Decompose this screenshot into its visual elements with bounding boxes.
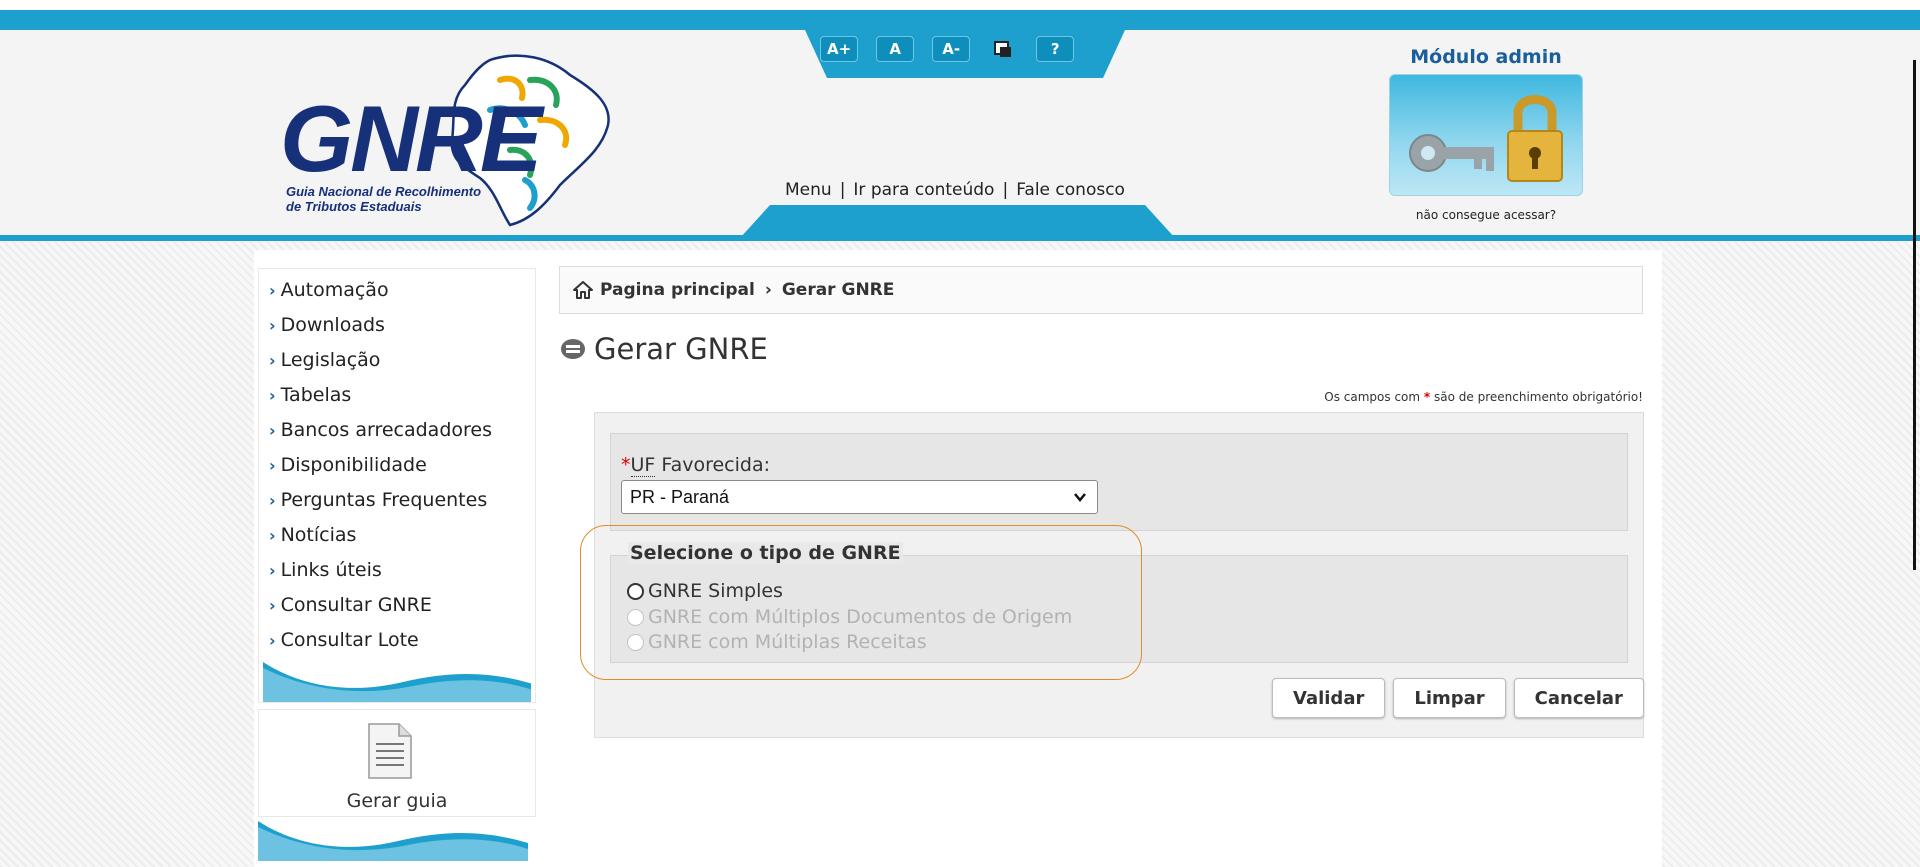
generate-guide-shortcut[interactable]: Gerar guia	[258, 709, 536, 817]
key-lock-icon	[1409, 95, 1563, 182]
sidebar-item-consultar-lote[interactable]: › Consultar Lote	[263, 623, 531, 658]
uf-label-text: Favorecida:	[655, 454, 770, 476]
logo-text: GNRE	[280, 86, 543, 191]
font-decrease-button[interactable]: A-	[932, 36, 971, 62]
chevron-right-icon: ›	[269, 351, 276, 370]
sidebar-menu: › Automação › Downloads › Legislação › Tabel…	[258, 268, 536, 703]
sidebar-item-noticias[interactable]: › Notícias	[263, 518, 531, 553]
top-links: Menu | Ir para conteúdo | Fale conosco	[785, 180, 1125, 200]
clear-button[interactable]: Limpar	[1393, 678, 1506, 718]
sidebar-wave-decoration	[263, 658, 531, 702]
chevron-right-icon: ›	[269, 526, 276, 545]
uf-select[interactable]: PR - Paraná	[621, 480, 1098, 514]
contrast-button[interactable]	[988, 36, 1018, 62]
logo-subtitle-line2: de Tributos Estaduais	[286, 199, 422, 214]
wave-icon	[258, 821, 528, 861]
sidebar-item-automacao[interactable]: › Automação	[263, 273, 531, 308]
page-title: Gerar GNRE	[560, 332, 768, 366]
admin-module: Módulo admin não consegue acessar?	[1388, 46, 1584, 222]
form-actions: Validar Limpar Cancelar	[1272, 678, 1644, 718]
breadcrumb-home-link[interactable]: Pagina principal	[600, 280, 755, 300]
top-white-bar	[0, 0, 1920, 10]
wave-icon	[263, 662, 531, 702]
sidebar-item-disponibilidade[interactable]: › Disponibilidade	[263, 448, 531, 483]
admin-login-button[interactable]	[1389, 74, 1583, 196]
sidebar-item-links[interactable]: › Links úteis	[263, 553, 531, 588]
logo-subtitle: Guia Nacional de Recolhimento de Tributo…	[286, 184, 481, 214]
required-star: *	[621, 454, 631, 476]
sidebar-item-label: Consultar Lote	[280, 629, 419, 651]
home-icon	[573, 281, 593, 299]
sidebar-item-bancos[interactable]: › Bancos arrecadadores	[263, 413, 531, 448]
sidebar-item-label: Links úteis	[280, 559, 382, 581]
link-separator: |	[1002, 180, 1009, 200]
link-separator: |	[839, 180, 846, 200]
page-title-text: Gerar GNRE	[594, 332, 768, 366]
sidebar-item-tabelas[interactable]: › Tabelas	[263, 378, 531, 413]
sidebar-item-legislacao[interactable]: › Legislação	[263, 343, 531, 378]
sidebar-wave-decoration	[258, 817, 536, 861]
required-fields-note: Os campos com * são de preenchimento obr…	[1200, 390, 1643, 404]
highlight-annotation	[580, 525, 1142, 680]
contrast-icon	[994, 41, 1012, 57]
sidebar-item-consultar-gnre[interactable]: › Consultar GNRE	[263, 588, 531, 623]
chevron-right-icon: ›	[269, 596, 276, 615]
help-button[interactable]: ?	[1036, 36, 1075, 62]
generate-guide-label: Gerar guia	[346, 790, 448, 812]
chevron-right-icon: ›	[269, 421, 276, 440]
logo-subtitle-line1: Guia Nacional de Recolhimento	[286, 184, 482, 199]
sidebar-item-label: Legislação	[280, 349, 381, 371]
font-reset-button[interactable]: A	[876, 36, 915, 62]
admin-help-link[interactable]: não consegue acessar?	[1388, 208, 1584, 222]
sidebar-item-label: Automação	[280, 279, 389, 301]
breadcrumb-separator-icon: ›	[764, 280, 772, 300]
chevron-right-icon: ›	[269, 316, 276, 335]
contact-link[interactable]: Fale conosco	[1016, 180, 1125, 200]
uf-label: *UF Favorecida:	[621, 454, 770, 477]
chevron-right-icon: ›	[269, 456, 276, 475]
document-icon	[368, 723, 412, 779]
sidebar-item-downloads[interactable]: › Downloads	[263, 308, 531, 343]
sidebar-item-perguntas[interactable]: › Perguntas Frequentes	[263, 483, 531, 518]
sidebar-item-label: Bancos arrecadadores	[280, 419, 492, 441]
sidebar-item-label: Perguntas Frequentes	[280, 489, 488, 511]
breadcrumb-current: Gerar GNRE	[781, 280, 895, 300]
sidebar-item-label: Consultar GNRE	[280, 594, 432, 616]
chevron-right-icon: ›	[269, 631, 276, 650]
menu-tab	[740, 205, 1175, 238]
sidebar-item-label: Tabelas	[280, 384, 352, 406]
uf-abbr: UF	[630, 454, 656, 477]
chevron-right-icon: ›	[269, 491, 276, 510]
sidebar-item-label: Notícias	[280, 524, 357, 546]
uf-selected-value: PR - Paraná	[630, 486, 730, 507]
chevron-right-icon: ›	[269, 386, 276, 405]
chevron-right-icon: ›	[269, 561, 276, 580]
required-star: *	[1423, 390, 1431, 404]
top-blue-stripe	[0, 10, 1920, 30]
required-note-text: são de preenchimento obrigatório!	[1434, 390, 1643, 404]
gnre-logo[interactable]: GNRE Guia Nacional de Recolhimento de Tr…	[280, 50, 640, 230]
required-note-text: Os campos com	[1324, 390, 1421, 404]
admin-title: Módulo admin	[1410, 46, 1562, 68]
window-edge	[1913, 60, 1916, 570]
chevron-down-icon	[1074, 493, 1086, 502]
accessibility-toolbar: A+ A A- ?	[820, 36, 1075, 62]
font-increase-button[interactable]: A+	[820, 36, 859, 62]
validate-button[interactable]: Validar	[1272, 678, 1386, 718]
cancel-button[interactable]: Cancelar	[1513, 678, 1644, 718]
sidebar-item-label: Downloads	[280, 314, 385, 336]
sidebar-item-label: Disponibilidade	[280, 454, 427, 476]
form-icon	[561, 339, 585, 359]
chevron-right-icon: ›	[269, 281, 276, 300]
sidebar: › Automação › Downloads › Legislação › Tabel…	[258, 268, 536, 861]
menu-link[interactable]: Menu	[785, 180, 832, 200]
breadcrumb: Pagina principal › Gerar GNRE	[559, 266, 1643, 314]
skip-to-content-link[interactable]: Ir para conteúdo	[853, 180, 994, 200]
